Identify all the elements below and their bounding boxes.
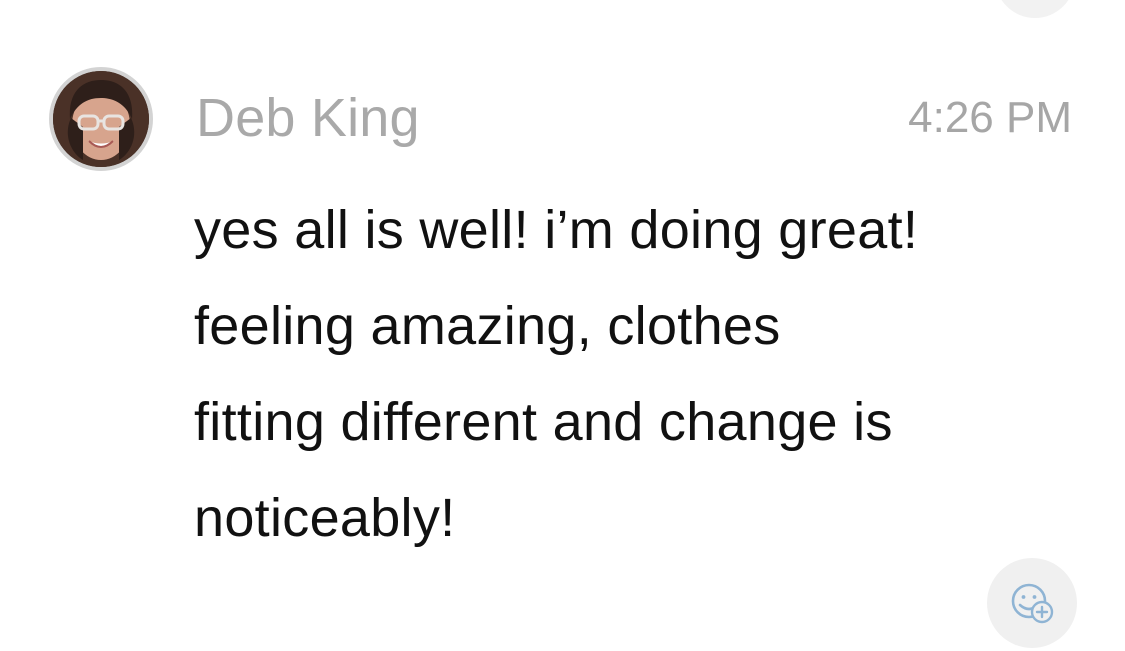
add-reaction-button[interactable] (987, 558, 1077, 648)
message-line: yes all is well! i’m doing great! (194, 200, 919, 260)
message-line: fitting different and change is (194, 392, 893, 452)
message-text: yes all is well! i’m doing great! feelin… (194, 182, 1084, 566)
chat-message-view: Deb King 4:26 PM yes all is well! i’m do… (0, 0, 1125, 651)
sender-name[interactable]: Deb King (196, 86, 420, 150)
message-line: feeling amazing, clothes (194, 296, 781, 356)
avatar-photo (53, 71, 149, 167)
add-reaction-smiley-icon (1011, 583, 1054, 624)
message-line: noticeably! (194, 488, 456, 548)
message-timestamp: 4:26 PM (908, 93, 1072, 142)
avatar[interactable] (49, 67, 153, 171)
previous-reaction-button[interactable] (995, 0, 1075, 18)
